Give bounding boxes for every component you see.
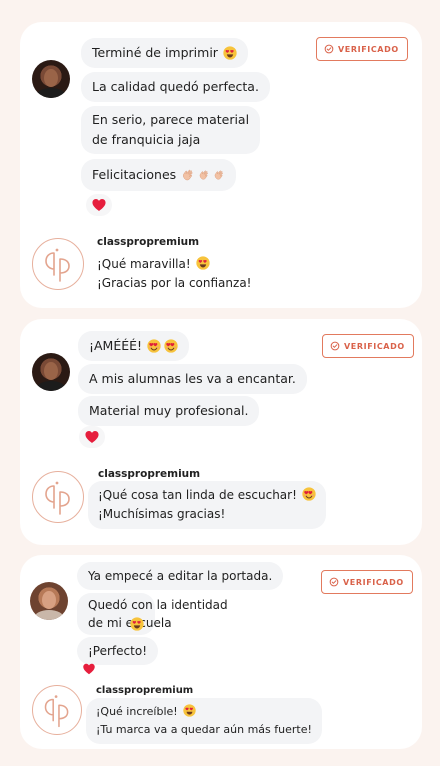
heart-eyes-emoji-icon — [223, 46, 237, 60]
message-bubble: Ya empecé a editar la portada. — [77, 562, 284, 590]
message-text: A mis alumnas les va a encantar. — [89, 371, 296, 386]
message-text: La calidad quedó perfecta. — [92, 79, 259, 94]
check-circle-icon — [324, 44, 334, 54]
message-bubble: Material muy profesional. — [78, 396, 260, 426]
verified-badge: VERIFICADO — [316, 37, 408, 61]
verified-badge: VERIFICADO — [321, 570, 413, 594]
red-heart-icon — [82, 662, 96, 676]
customer-avatar — [30, 582, 68, 620]
message-text: ¡AMÉÉÉ! — [89, 338, 143, 353]
heart-eyes-emoji-icon — [130, 617, 144, 631]
reply-text-line: ¡Qué maravilla! — [97, 255, 251, 274]
verified-badge-label: VERIFICADO — [343, 577, 404, 587]
message-text: Quedó con la identidad de mi escuela — [88, 598, 228, 630]
brand-logo — [32, 238, 84, 290]
message-bubble: A mis alumnas les va a encantar. — [78, 364, 307, 394]
message-bubble: Quedó con la identidad de mi escuela — [77, 593, 228, 635]
heart-reaction[interactable] — [79, 426, 105, 448]
heart-eyes-emoji-icon — [302, 487, 316, 501]
reply-bubble: ¡Qué cosa tan linda de escuchar! ¡Muchís… — [88, 481, 326, 529]
reply-text-line: ¡Muchísimas gracias! — [98, 507, 226, 521]
message-text: ¡Perfecto! — [88, 644, 147, 658]
heart-eyes-emoji-icon — [164, 339, 178, 353]
clapping-hands-emoji-icon — [213, 169, 225, 181]
heart-reaction[interactable] — [78, 659, 100, 679]
message-text: En serio, parece material de franquicia … — [92, 112, 250, 147]
reply-text-line: ¡Tu marca va a quedar aún más fuerte! — [96, 723, 312, 736]
heart-eyes-emoji-icon — [196, 256, 210, 270]
verified-badge: VERIFICADO — [322, 334, 414, 358]
reply-bubble: ¡Qué maravilla! ¡Gracias por la confianz… — [87, 250, 261, 298]
verified-badge-label: VERIFICADO — [338, 44, 399, 54]
check-circle-icon — [329, 577, 339, 587]
heart-eyes-emoji-icon — [183, 704, 196, 717]
reply-text-line: ¡Qué increíble! — [96, 703, 312, 721]
red-heart-icon — [84, 429, 100, 445]
reply-text-line: ¡Gracias por la confianza! — [97, 276, 252, 290]
clapping-hands-emoji-icon — [181, 168, 195, 182]
message-bubble: Terminé de imprimir — [81, 38, 248, 68]
verified-badge-label: VERIFICADO — [344, 341, 405, 351]
check-circle-icon — [330, 341, 340, 351]
message-text: Felicitaciones — [92, 167, 177, 182]
message-bubble: En serio, parece material de franquicia … — [81, 106, 261, 154]
reply-author-name: classpropremium — [96, 685, 194, 696]
heart-eyes-emoji-icon — [147, 339, 161, 353]
message-bubble: ¡AMÉÉÉ! — [78, 331, 190, 361]
reply-author-name: classpropremium — [98, 468, 201, 480]
brand-monogram-icon — [33, 239, 85, 291]
review-card-2: VERIFICADO ¡AMÉÉÉ! A mis alumnas les va … — [20, 319, 422, 545]
review-card-1: VERIFICADO Terminé de imprimir La calida… — [20, 22, 422, 308]
brand-logo — [32, 685, 82, 735]
reply-author-name: classpropremium — [97, 236, 200, 248]
message-text: Ya empecé a editar la portada. — [88, 569, 273, 583]
message-bubble: Felicitaciones — [81, 159, 237, 191]
brand-logo — [32, 471, 84, 523]
message-bubble: La calidad quedó perfecta. — [81, 72, 270, 102]
reply-text-line: ¡Qué cosa tan linda de escuchar! — [98, 486, 316, 505]
message-text: Terminé de imprimir — [92, 45, 218, 60]
customer-avatar — [32, 60, 70, 98]
message-text: Material muy profesional. — [89, 403, 249, 418]
review-card-3: VERIFICADO Ya empecé a editar la portada… — [20, 555, 422, 749]
reply-bubble: ¡Qué increíble! ¡Tu marca va a quedar aú… — [86, 698, 322, 744]
red-heart-icon — [91, 197, 107, 213]
customer-avatar — [32, 353, 70, 391]
heart-reaction[interactable] — [86, 194, 112, 216]
brand-monogram-icon — [33, 472, 85, 524]
clapping-hands-emoji-icon — [198, 169, 210, 181]
brand-monogram-icon — [33, 686, 83, 736]
